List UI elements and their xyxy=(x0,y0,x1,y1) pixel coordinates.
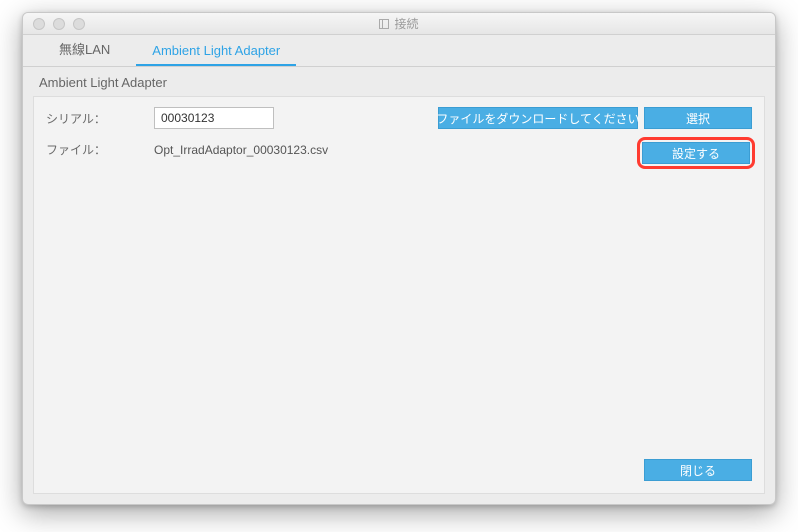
minimize-window-icon[interactable] xyxy=(53,18,65,30)
download-button-label: ファイルをダウンロードしてください xyxy=(436,110,639,127)
close-window-icon[interactable] xyxy=(33,18,45,30)
tab-wireless-lan[interactable]: 無線LAN xyxy=(43,32,126,66)
serial-input[interactable] xyxy=(154,107,274,129)
zoom-window-icon[interactable] xyxy=(73,18,85,30)
titlebar: 接続 xyxy=(23,13,775,35)
content-area: Ambient Light Adapter シリアル： ファイルをダウンロードし… xyxy=(23,67,775,504)
close-button[interactable]: 閉じる xyxy=(644,459,752,481)
file-label: ファイル： xyxy=(46,141,146,158)
section-title: Ambient Light Adapter xyxy=(33,75,765,96)
tab-bar: 無線LAN Ambient Light Adapter xyxy=(23,35,775,67)
set-button[interactable]: 設定する xyxy=(642,142,750,164)
highlight-box: 設定する xyxy=(637,137,755,169)
settings-panel: シリアル： ファイルをダウンロードしてください 選択 ファイル： Opt_Irr… xyxy=(33,96,765,494)
serial-row: シリアル： ファイルをダウンロードしてください 選択 xyxy=(46,107,752,129)
dialog-window: 接続 無線LAN Ambient Light Adapter Ambient L… xyxy=(22,12,776,505)
tab-ambient-light-adapter[interactable]: Ambient Light Adapter xyxy=(136,36,296,66)
set-button-label: 設定する xyxy=(672,145,720,162)
serial-label: シリアル： xyxy=(46,110,146,127)
file-value: Opt_IrradAdaptor_00030123.csv xyxy=(154,143,328,157)
window-title: 接続 xyxy=(394,15,418,32)
app-icon xyxy=(379,19,389,29)
select-button[interactable]: 選択 xyxy=(644,107,752,129)
tab-label: 無線LAN xyxy=(59,42,110,57)
window-title-wrap: 接続 xyxy=(23,15,775,32)
traffic-lights xyxy=(23,18,85,30)
select-button-label: 選択 xyxy=(686,110,710,127)
download-button[interactable]: ファイルをダウンロードしてください xyxy=(438,107,638,129)
close-button-label: 閉じる xyxy=(680,462,716,479)
tab-label: Ambient Light Adapter xyxy=(152,43,280,58)
